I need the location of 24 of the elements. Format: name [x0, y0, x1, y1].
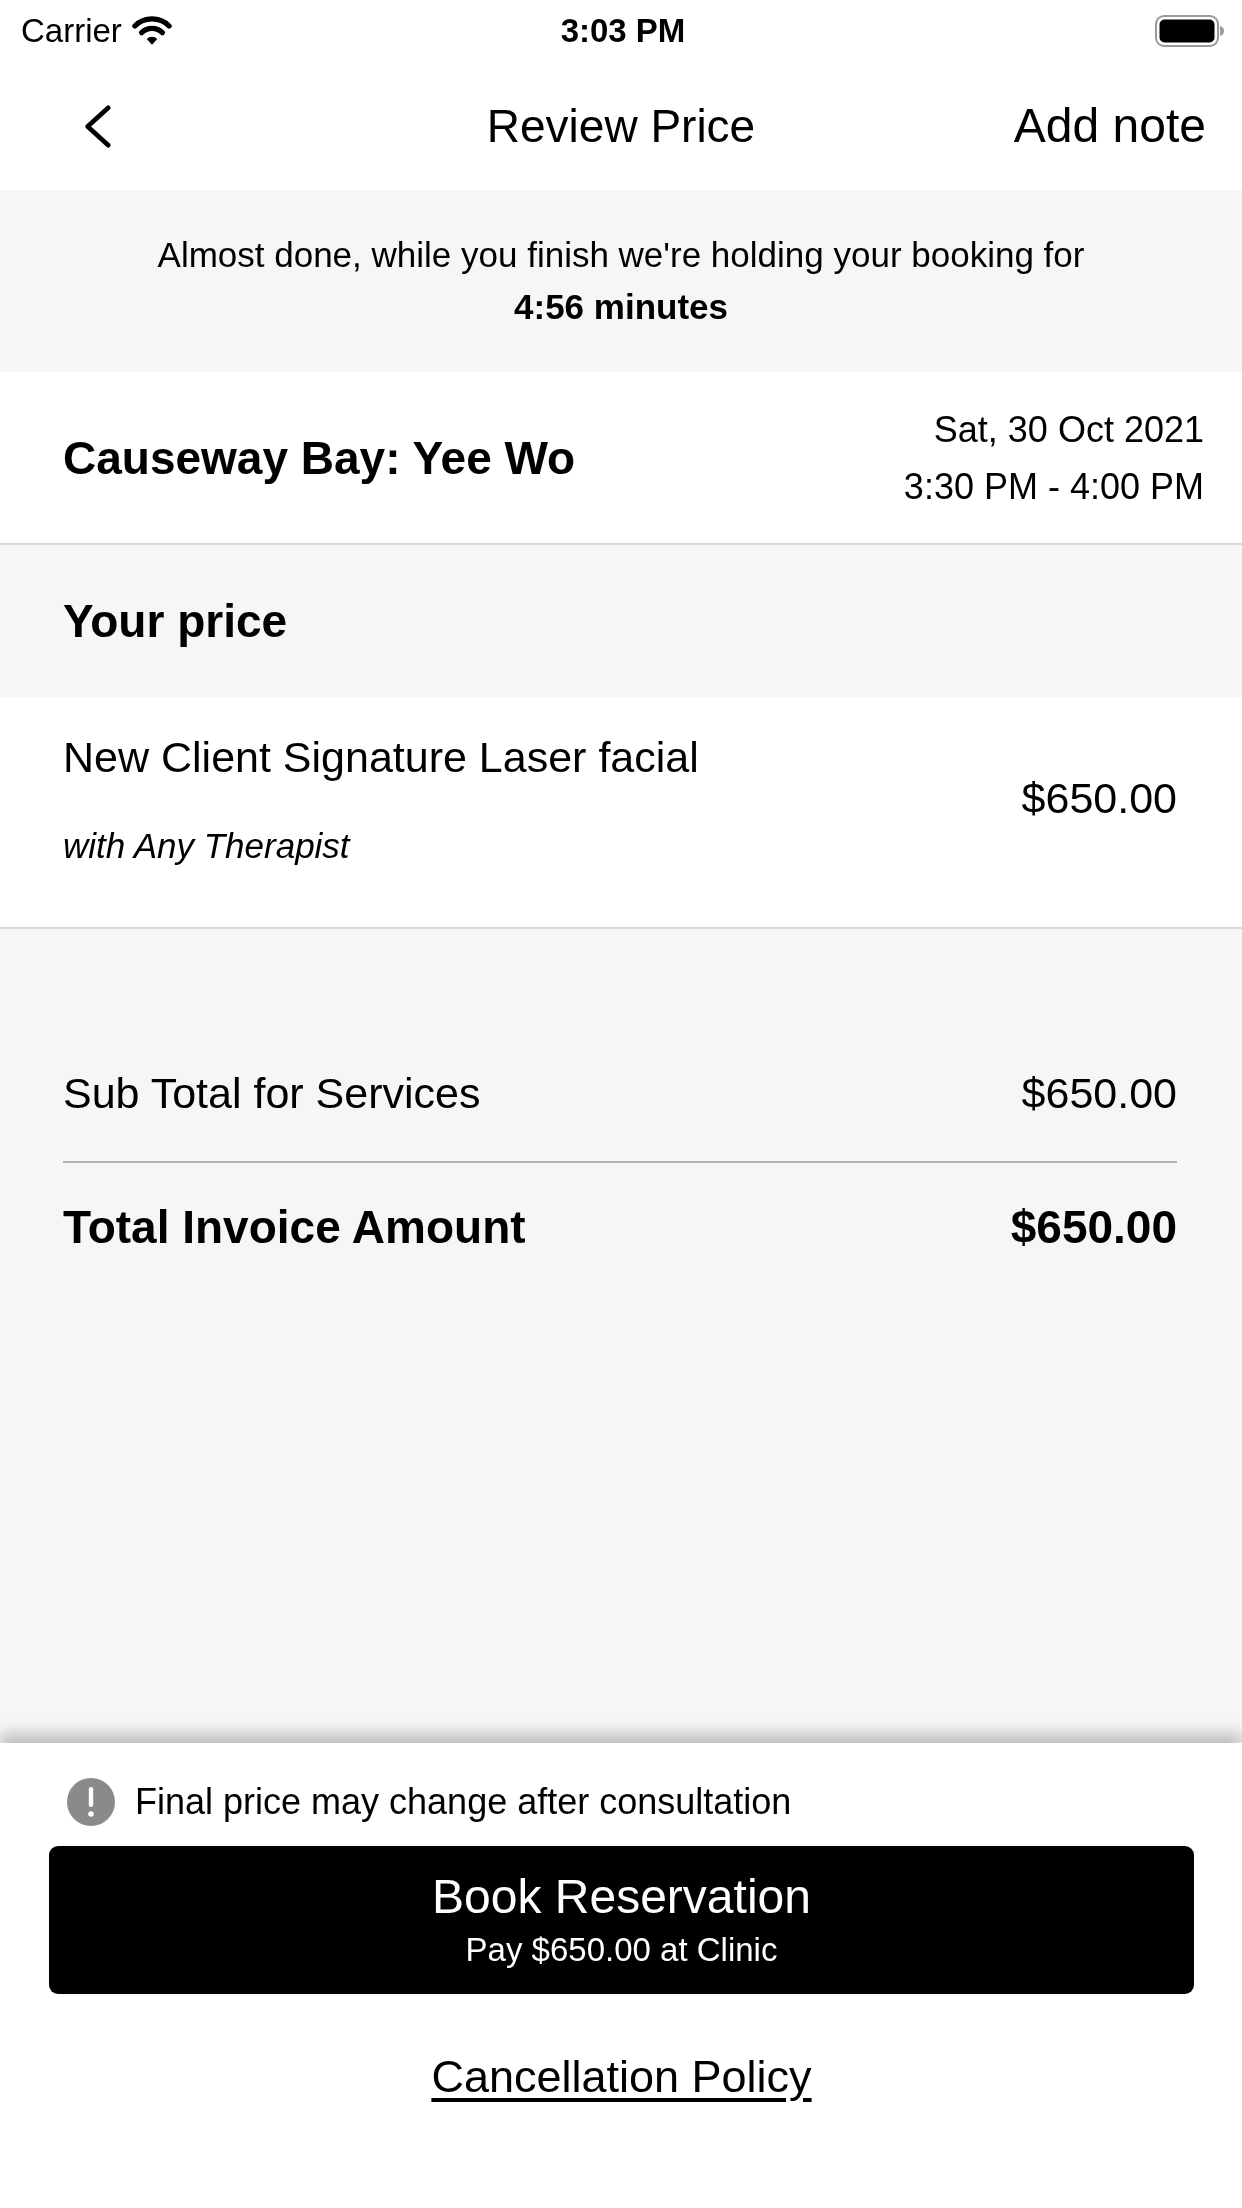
warning-icon — [67, 1778, 115, 1826]
wifi-icon — [131, 16, 172, 46]
booking-time: 3:30 PM - 4:00 PM — [903, 464, 1204, 509]
total-label: Total Invoice Amount — [63, 1200, 526, 1255]
service-name: New Client Signature Laser facial — [63, 732, 699, 783]
service-price: $650.00 — [1021, 773, 1177, 824]
subtotal-amount: $650.00 — [1021, 1068, 1177, 1119]
status-time: 3:03 PM — [560, 11, 686, 51]
cancellation-policy-link[interactable]: Cancellation Policy — [431, 2047, 812, 2107]
hold-countdown: 4:56 minutes — [514, 286, 728, 328]
battery-icon — [1155, 15, 1225, 47]
back-icon — [82, 103, 112, 149]
price-notice: Final price may change after consultation — [135, 1780, 792, 1824]
section-title: Your price — [63, 594, 288, 649]
add-note-button[interactable]: Add note — [1013, 96, 1206, 156]
book-reservation-button[interactable]: Book Reservation Pay $650.00 at Clinic — [49, 1846, 1194, 1994]
location-name: Causeway Bay: Yee Wo — [63, 430, 576, 486]
hold-message: Almost done, while you finish we're holding your booking for — [157, 234, 1085, 276]
subtotal-label: Sub Total for Services — [63, 1068, 481, 1119]
booking-date: Sat, 30 Oct 2021 — [933, 407, 1204, 452]
page-title: Review Price — [486, 99, 756, 154]
service-therapist: with Any Therapist — [63, 825, 352, 867]
total-amount: $650.00 — [1010, 1200, 1177, 1255]
carrier-name: Carrier — [21, 11, 122, 51]
